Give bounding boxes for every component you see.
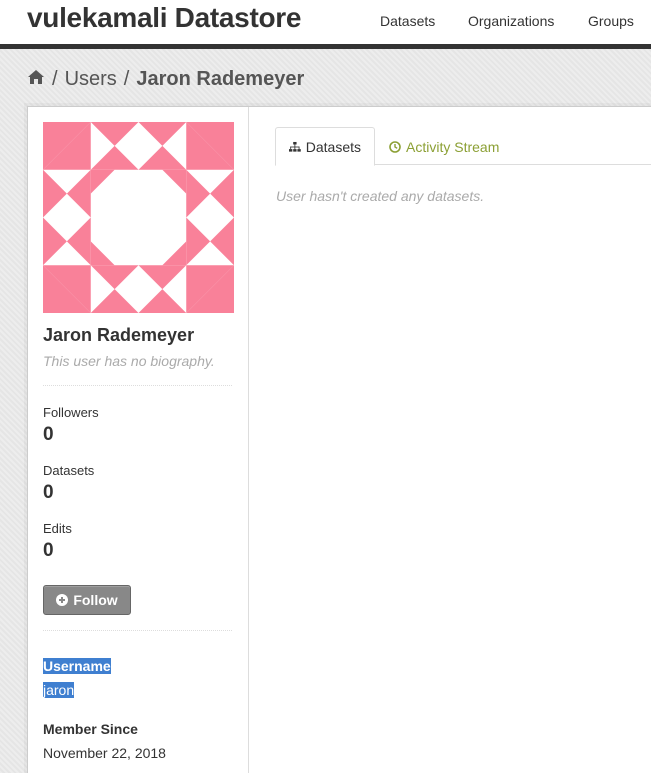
username-label: Username — [43, 658, 111, 674]
username-value: jaron — [43, 682, 75, 698]
plus-circle-icon — [56, 594, 69, 606]
content-wrapper: Jaron Rademeyer This user has no biograp… — [27, 106, 651, 773]
masthead: vulekamali Datastore Datasets Organizati… — [0, 0, 651, 44]
follow-button-label: Follow — [73, 592, 118, 608]
breadcrumb-separator: / — [52, 68, 58, 90]
stat-edits-value: 0 — [43, 540, 54, 561]
profile-tabs: Datasets Activity Stream — [275, 127, 651, 166]
tab-activity-stream-label: Activity Stream — [406, 138, 500, 155]
avatar — [43, 122, 234, 313]
tab-datasets[interactable]: Datasets — [275, 127, 375, 166]
home-link[interactable] — [27, 68, 45, 91]
clock-icon — [389, 140, 401, 153]
profile-bio: This user has no biography. — [43, 353, 215, 369]
breadcrumb-users[interactable]: Users — [65, 68, 117, 91]
empty-datasets-message: User hasn't created any datasets. — [276, 188, 485, 204]
masthead-bar — [0, 44, 651, 49]
breadcrumb-current[interactable]: Jaron Rademeyer — [136, 68, 304, 91]
nav-datasets[interactable]: Datasets — [380, 13, 435, 29]
stat-followers-value: 0 — [43, 424, 54, 445]
main-content: Datasets Activity Stream User hasn't cre… — [249, 107, 651, 773]
member-since-value: November 22, 2018 — [43, 745, 166, 761]
follow-button[interactable]: Follow — [43, 585, 131, 615]
stat-followers-label: Followers — [43, 405, 99, 420]
sitemap-icon — [289, 141, 301, 152]
stat-datasets-label: Datasets — [43, 463, 95, 478]
stat-datasets-value: 0 — [43, 482, 54, 503]
tab-activity-stream[interactable]: Activity Stream — [376, 127, 512, 166]
site-title[interactable]: vulekamali Datastore — [27, 2, 301, 34]
nav-groups[interactable]: Groups — [588, 13, 634, 29]
breadcrumb-separator: / — [123, 68, 130, 90]
divider — [43, 385, 232, 386]
home-icon — [28, 70, 44, 84]
profile-name: Jaron Rademeyer — [43, 325, 195, 345]
tab-datasets-label: Datasets — [305, 138, 361, 155]
profile-sidebar: Jaron Rademeyer This user has no biograp… — [28, 107, 249, 773]
stat-edits-label: Edits — [43, 521, 72, 536]
breadcrumb: / Users / Jaron Rademeyer — [27, 68, 304, 91]
member-since-label: Member Since — [43, 721, 138, 737]
divider — [43, 630, 232, 631]
nav-organizations[interactable]: Organizations — [468, 13, 554, 29]
